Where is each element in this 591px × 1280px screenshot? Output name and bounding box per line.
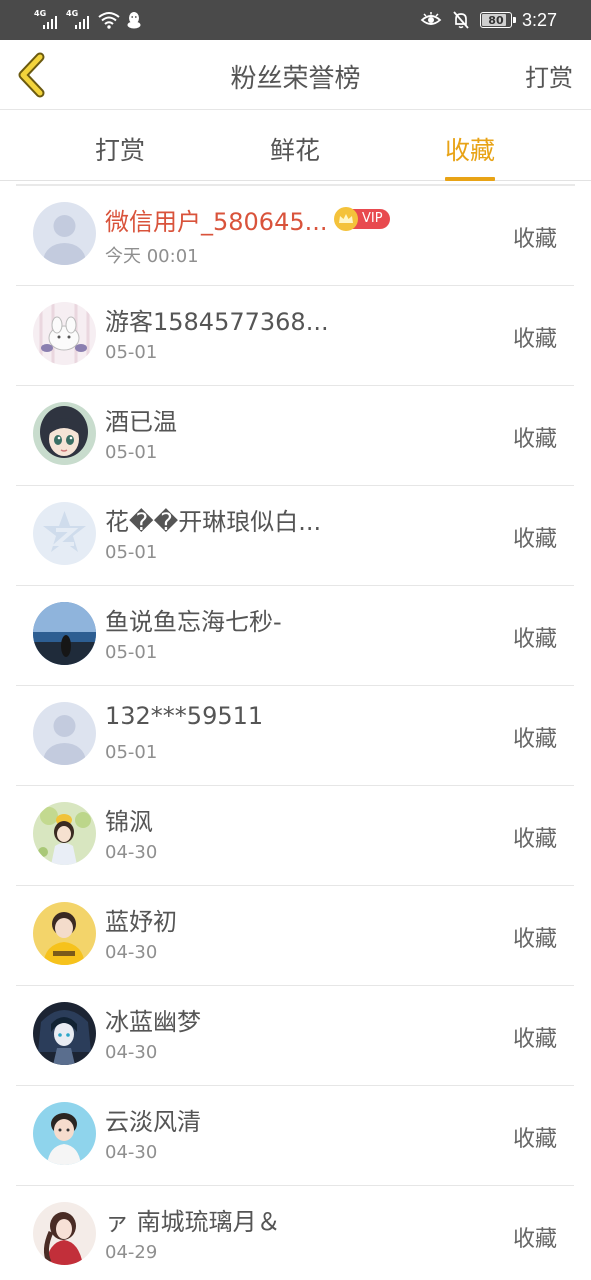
favorite-action-label: 收藏 bbox=[512, 227, 557, 252]
avatar bbox=[33, 602, 96, 665]
list-item[interactable]: 132***59511 05-01 收藏 bbox=[16, 686, 574, 786]
list-item-date: 05-01 bbox=[105, 342, 158, 363]
list-item[interactable]: 鱼说鱼忘海七秒- 05-01 收藏 bbox=[16, 586, 574, 686]
favorite-action-label: 收藏 bbox=[512, 727, 557, 752]
list-item[interactable]: 冰蓝幽梦 04-30 收藏 bbox=[16, 986, 574, 1086]
user-name: 酒已温 bbox=[105, 408, 177, 436]
tab-flowers[interactable]: 鲜花 bbox=[270, 131, 320, 167]
avatar bbox=[33, 402, 96, 465]
list-item[interactable]: 游客1584577368... 05-01 收藏 bbox=[16, 286, 574, 386]
user-name: 锦沨 bbox=[105, 808, 153, 836]
avatar bbox=[33, 1202, 96, 1265]
favorite-action-label: 收藏 bbox=[512, 1027, 557, 1052]
favorite-action-label: 收藏 bbox=[512, 1227, 557, 1252]
favorite-action-label: 收藏 bbox=[512, 427, 557, 452]
mute-bell-icon bbox=[453, 11, 469, 29]
user-name: 微信用户_580645... bbox=[105, 208, 328, 236]
battery-level: 80 bbox=[488, 13, 504, 27]
tab-label: 收藏 bbox=[445, 136, 496, 165]
user-name: 冰蓝幽梦 bbox=[105, 1008, 201, 1036]
list-item-date: 04-30 bbox=[105, 842, 158, 863]
list-item-date: 04-30 bbox=[105, 1142, 158, 1163]
status-left: 4G 4G bbox=[34, 8, 142, 32]
status-bar: 4G 4G 80 3:27 bbox=[0, 0, 591, 40]
tab-favorites[interactable]: 收藏 bbox=[445, 131, 496, 181]
wifi-icon bbox=[98, 12, 120, 29]
list-item-date: 05-01 bbox=[105, 542, 158, 563]
avatar bbox=[33, 502, 96, 565]
status-right: 80 3:27 bbox=[420, 8, 557, 32]
avatar bbox=[33, 702, 96, 765]
tab-bar: 打赏 鲜花 收藏 bbox=[0, 111, 591, 181]
signal-icon: 4G bbox=[34, 9, 60, 31]
tab-label: 鲜花 bbox=[270, 136, 321, 165]
list-item[interactable]: 锦沨 04-30 收藏 bbox=[16, 786, 574, 886]
list-item-date: 04-30 bbox=[105, 942, 158, 963]
battery-icon: 80 bbox=[479, 12, 516, 28]
avatar bbox=[33, 1002, 96, 1065]
user-name: 游客1584577368... bbox=[105, 308, 329, 336]
avatar bbox=[33, 802, 96, 865]
reward-button[interactable]: 打赏 bbox=[525, 58, 573, 93]
signal-icon: 4G bbox=[66, 9, 92, 31]
list-item[interactable]: ァ 南城琉璃月＆ 04-29 收藏 bbox=[16, 1186, 574, 1280]
list-item-date: 04-30 bbox=[105, 1042, 158, 1063]
avatar bbox=[33, 902, 96, 965]
list-item-date: 05-01 bbox=[105, 742, 158, 763]
user-name: ァ 南城琉璃月＆ bbox=[105, 1208, 281, 1236]
qq-penguin-icon bbox=[127, 12, 141, 29]
eye-comfort-icon bbox=[420, 12, 442, 25]
vip-badge: VIP bbox=[334, 207, 390, 231]
crown-icon bbox=[334, 207, 358, 231]
list-item[interactable]: 酒已温 05-01 收藏 bbox=[16, 386, 574, 486]
tab-reward[interactable]: 打赏 bbox=[95, 131, 145, 167]
tab-label: 打赏 bbox=[95, 136, 146, 165]
favorite-action-label: 收藏 bbox=[512, 827, 557, 852]
list-item[interactable]: 微信用户_580645... VIP 今天 00:01 收藏 bbox=[16, 186, 574, 286]
favorite-action-label: 收藏 bbox=[512, 627, 557, 652]
list-item[interactable]: 蓝妤初 04-30 收藏 bbox=[16, 886, 574, 986]
favorite-action-label: 收藏 bbox=[512, 327, 557, 352]
avatar bbox=[33, 302, 96, 365]
avatar bbox=[33, 1102, 96, 1165]
favorite-action-label: 收藏 bbox=[512, 1127, 557, 1152]
list-item[interactable]: 花��开琳琅似白... 05-01 收藏 bbox=[16, 486, 574, 586]
list-item-date: 05-01 bbox=[105, 642, 158, 663]
favorite-action-label: 收藏 bbox=[512, 927, 557, 952]
list-item-date: 今天 00:01 bbox=[105, 246, 199, 267]
fan-list: 微信用户_580645... VIP 今天 00:01 收藏 游客1584577… bbox=[16, 186, 574, 1280]
user-name: 云淡风清 bbox=[105, 1108, 201, 1136]
active-tab-indicator bbox=[445, 177, 496, 181]
avatar bbox=[33, 202, 96, 265]
user-name: 蓝妤初 bbox=[105, 908, 177, 936]
status-time: 3:27 bbox=[521, 9, 557, 30]
user-name: 鱼说鱼忘海七秒- bbox=[105, 608, 282, 636]
list-item-date: 04-29 bbox=[105, 1242, 158, 1263]
list-item-date: 05-01 bbox=[105, 442, 158, 463]
user-name: 132***59511 bbox=[105, 702, 264, 730]
page-header: 粉丝荣誉榜 打赏 bbox=[0, 40, 591, 110]
favorite-action-label: 收藏 bbox=[512, 527, 557, 552]
user-name: 花��开琳琅似白... bbox=[105, 508, 322, 536]
list-item[interactable]: 云淡风清 04-30 收藏 bbox=[16, 1086, 574, 1186]
page-title: 粉丝荣誉榜 bbox=[230, 64, 361, 94]
